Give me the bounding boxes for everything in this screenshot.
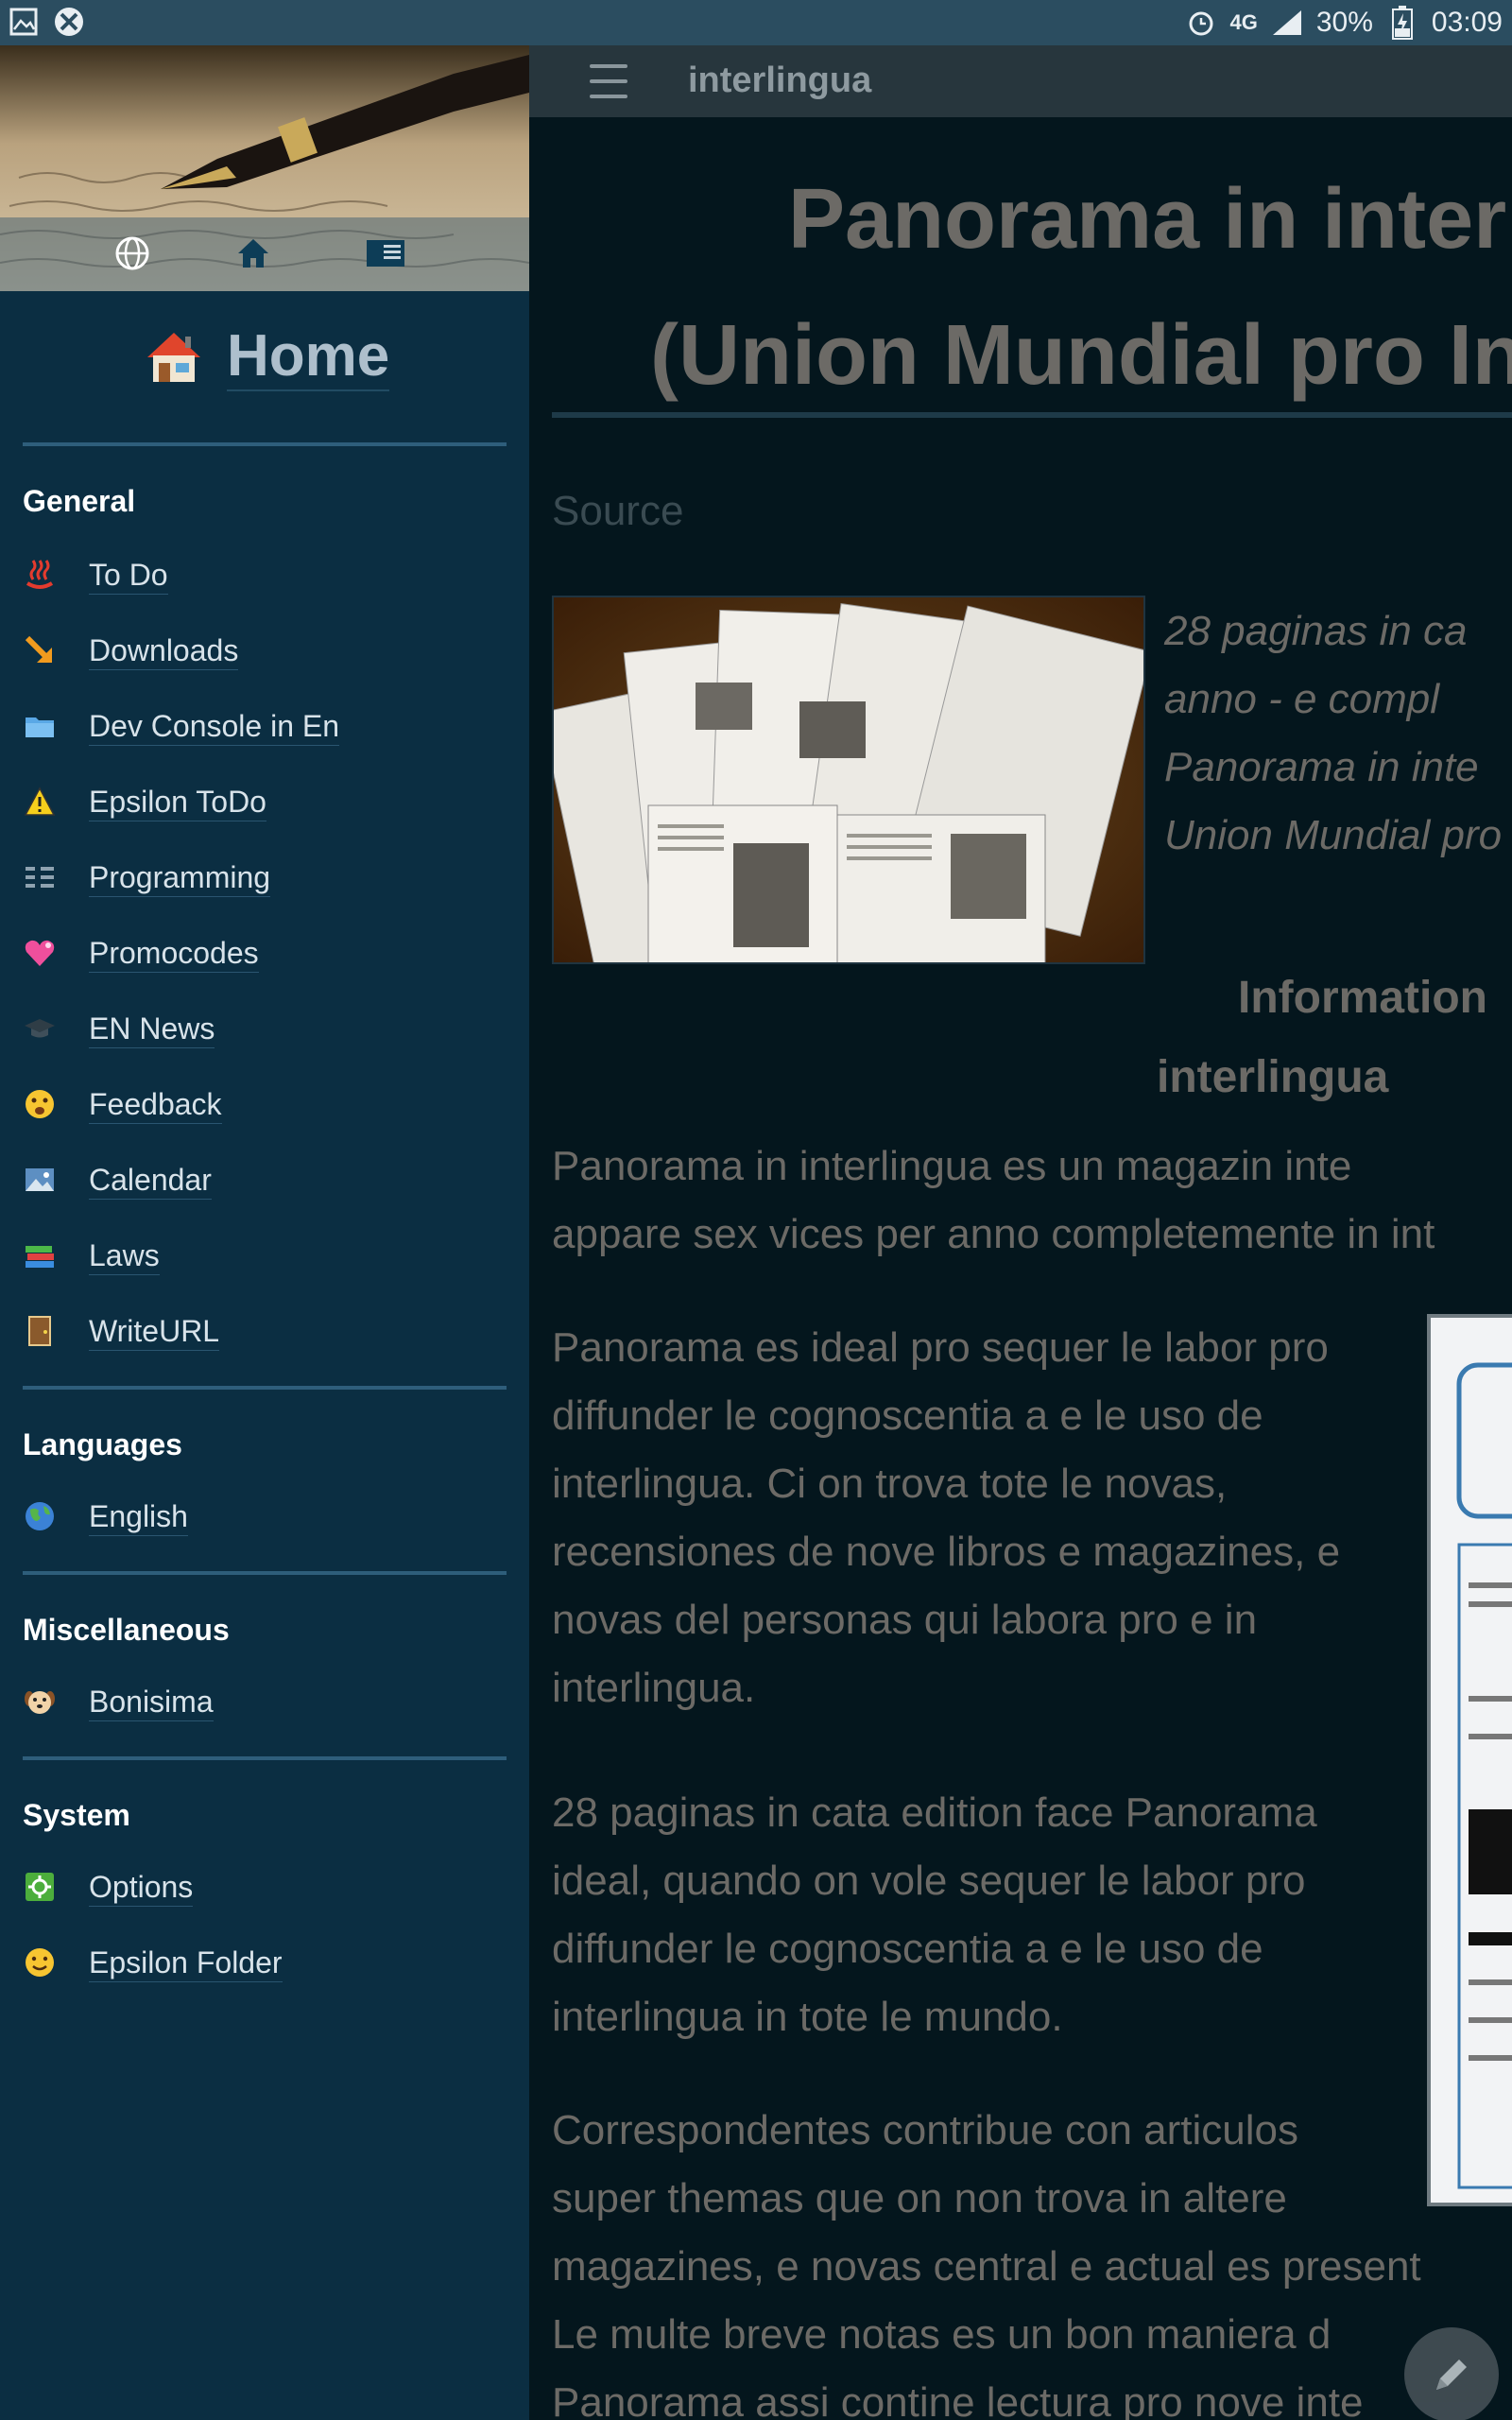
drawer-item-dev-console[interactable]: Dev Console in En	[23, 698, 340, 754]
drawer-item-label: Promocodes	[89, 934, 259, 973]
graduation-cap-icon	[23, 1011, 57, 1046]
drawer-header-image	[0, 45, 529, 291]
page-title-line1: Panorama in inter	[788, 172, 1507, 267]
drawer-title: Home	[227, 323, 390, 391]
signal-icon	[1271, 7, 1303, 39]
drawer-item-label: Laws	[89, 1236, 160, 1275]
drawer-item-to-do[interactable]: To Do	[23, 546, 168, 603]
drawer-item-label: Programming	[89, 858, 271, 897]
paragraph-2: Panorama es ideal pro sequer le labor pr…	[552, 1324, 1341, 1711]
divider	[23, 1756, 507, 1760]
drawer-item-label: Epsilon Folder	[89, 1944, 283, 1982]
face-icon	[23, 1087, 57, 1121]
paragraph-1: Panorama in interlingua es un magazin in…	[552, 1143, 1435, 1257]
alarm-icon	[1185, 7, 1217, 39]
dog-icon	[23, 1685, 57, 1719]
drawer-item-label: Dev Console in En	[89, 707, 340, 746]
hot-springs-icon	[23, 558, 57, 592]
intro-italic-text: 28 paginas in ca anno - e compl Panorama…	[1164, 608, 1503, 858]
battery-charging-icon	[1386, 6, 1418, 40]
drawer-home-link[interactable]: Home	[144, 323, 390, 391]
main-content: interlingua Panorama in inter (Union Mun…	[529, 45, 1512, 2420]
pencil-icon	[1436, 2360, 1467, 2390]
drawer-item-bonisima[interactable]: Bonisima	[23, 1673, 214, 1730]
drawer-item-downloads[interactable]: Downloads	[23, 622, 239, 679]
smiley-icon	[23, 1945, 57, 1979]
drawer-item-epsilon-folder[interactable]: Epsilon Folder	[23, 1934, 283, 1991]
drawer-item-calendar[interactable]: Calendar	[23, 1151, 212, 1208]
books-icon	[23, 1238, 57, 1272]
home-icon[interactable]	[231, 231, 276, 276]
app-bar-title: interlingua	[688, 60, 872, 100]
section-heading-general: General	[23, 484, 136, 518]
drawer-item-options[interactable]: Options	[23, 1858, 194, 1915]
drawer-item-label: Downloads	[89, 631, 239, 670]
drawer-item-label: English	[89, 1497, 188, 1536]
battery-percent: 30%	[1315, 7, 1373, 38]
app-bar: interlingua	[529, 45, 1512, 117]
divider	[23, 1571, 507, 1575]
paragraph-4: Correspondentes contribue con articulos …	[552, 2107, 1421, 2420]
clock: 03:09	[1431, 7, 1503, 38]
title-divider	[552, 412, 1512, 418]
drawer-item-label: EN News	[89, 1010, 215, 1048]
settings-icon	[23, 1870, 57, 1904]
drawer-item-label: WriteURL	[89, 1312, 220, 1351]
drawer-item-laws[interactable]: Laws	[23, 1227, 160, 1284]
edit-fab-button[interactable]	[1404, 2327, 1499, 2420]
status-bar: 4G 30% 03:09	[0, 0, 1512, 45]
drawer-item-label: Calendar	[89, 1161, 212, 1200]
picture-icon	[23, 1163, 57, 1197]
divider	[23, 442, 507, 446]
section-heading-miscellaneous: Miscellaneous	[23, 1613, 230, 1647]
magazine-photo	[552, 596, 1145, 964]
gallery-notification-icon	[8, 6, 40, 38]
house-icon	[147, 333, 200, 382]
source-link[interactable]: Source	[552, 488, 683, 535]
drawer-item-label: Bonisima	[89, 1683, 214, 1721]
menu-icon[interactable]	[590, 64, 627, 98]
drawer-item-epsilon-todo[interactable]: Epsilon ToDo	[23, 773, 266, 830]
drawer-item-feedback[interactable]: Feedback	[23, 1076, 222, 1132]
network-type: 4G	[1229, 10, 1258, 34]
drawer-item-writeurl[interactable]: WriteURL	[23, 1303, 220, 1359]
globe-icon[interactable]	[110, 231, 155, 276]
magazine-cover-image	[1427, 1314, 1512, 2206]
drawer-item-en-news[interactable]: EN News	[23, 1000, 215, 1057]
globe-icon	[23, 1499, 57, 1533]
navigation-drawer: Home General To Do Downloads Dev Console…	[0, 45, 529, 2420]
drawer-item-label: Epsilon ToDo	[89, 783, 266, 821]
section-heading-system: System	[23, 1798, 130, 1832]
download-arrow-icon	[23, 633, 57, 667]
drawer-item-label: Feedback	[89, 1085, 222, 1124]
drawer-item-promocodes[interactable]: Promocodes	[23, 925, 259, 981]
section-heading-languages: Languages	[23, 1427, 182, 1461]
page-title-line2: (Union Mundial pro In	[650, 308, 1512, 403]
folder-icon	[23, 709, 57, 743]
drawer-item-label: To Do	[89, 556, 168, 595]
door-icon	[23, 1314, 57, 1348]
list-icon	[23, 860, 57, 894]
app-notification-icon	[53, 6, 85, 38]
reader-icon[interactable]	[363, 231, 408, 276]
divider	[23, 1386, 507, 1390]
heart-icon	[23, 936, 57, 970]
drawer-item-label: Options	[89, 1868, 194, 1907]
drawer-item-programming[interactable]: Programming	[23, 849, 271, 906]
drawer-item-english[interactable]: English	[23, 1488, 188, 1545]
warning-icon	[23, 785, 57, 819]
paragraph-3: 28 paginas in cata edition face Panorama…	[552, 1789, 1317, 2040]
